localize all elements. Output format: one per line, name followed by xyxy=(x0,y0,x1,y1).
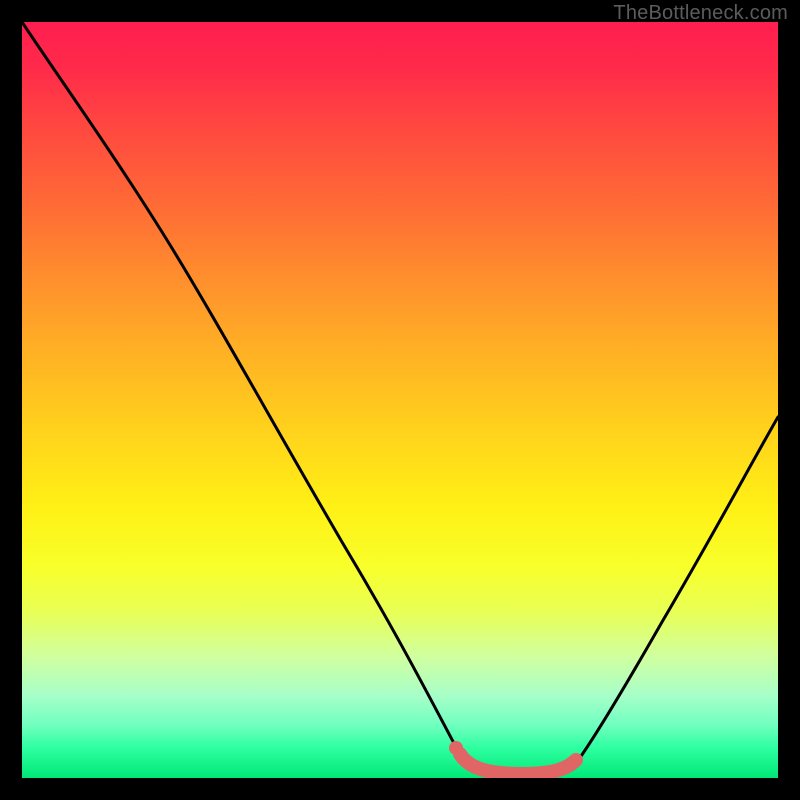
optimal-range-start-dot xyxy=(449,741,463,755)
optimal-range-overlay xyxy=(22,22,778,778)
chart-frame: TheBottleneck.com xyxy=(0,0,800,800)
watermark-text: TheBottleneck.com xyxy=(613,2,788,25)
optimal-range-path xyxy=(460,754,576,774)
plot-area xyxy=(22,22,778,778)
